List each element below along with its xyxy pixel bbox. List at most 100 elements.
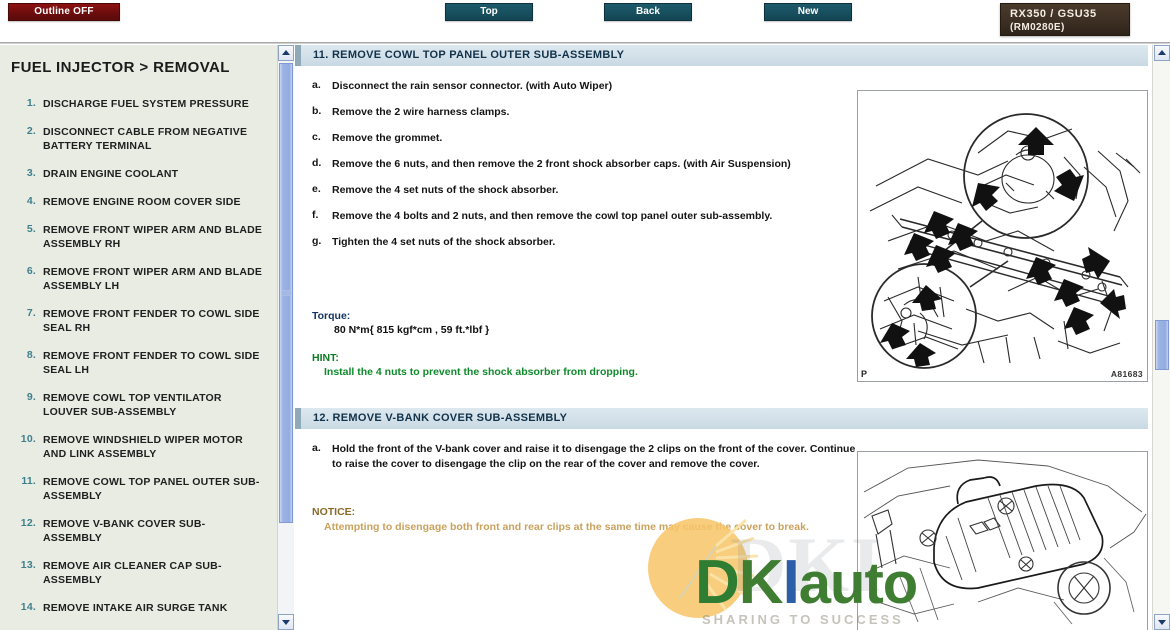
procedure-step-letter: g. [312,235,322,247]
content-scrollbar-thumb[interactable] [1155,320,1169,370]
sidebar-item-5[interactable]: 5. REMOVE FRONT WIPER ARM AND BLADE ASSEM… [0,223,277,251]
figure-v-bank-cover-drawing [863,459,1147,625]
sidebar-item-8[interactable]: 8. REMOVE FRONT FENDER TO COWL SIDE SEAL … [0,349,277,377]
top-toolbar: Outline OFF Top Back New RX350 / GSU35 (… [0,0,1170,44]
procedure-step-text: Remove the 2 wire harness clamps. [332,106,510,118]
sidebar-item-number: 4. [26,195,36,207]
model-badge-manual-code: (RM0280E) [1010,22,1065,33]
sidebar-item-number: 2. [26,125,36,137]
procedure-step-text: Hold the front of the V-bank cover and r… [332,443,856,470]
sidebar-item-4[interactable]: 4. REMOVE ENGINE ROOM COVER SIDE [0,195,277,209]
top-nav-button[interactable]: Top [445,3,533,21]
procedure-step: a. Disconnect the rain sensor connector. … [312,79,857,94]
procedure-step-text: Remove the grommet. [332,132,443,144]
procedure-step: d. Remove the 6 nuts, and then remove the… [312,157,857,172]
back-nav-button[interactable]: Back [604,3,692,21]
sidebar-item-number: 5. [26,223,36,235]
notice-text: Attempting to disengage both front and r… [324,521,809,533]
sidebar-item-11[interactable]: 11. REMOVE COWL TOP PANEL OUTER SUB-ASSEM… [0,475,277,503]
model-badge-model: RX350 / GSU35 [1010,8,1097,20]
section-11: 11. REMOVE COWL TOP PANEL OUTER SUB-ASSE… [295,45,1148,382]
sidebar-item-label: REMOVE WINDSHIELD WIPER MOTOR AND LINK A… [43,434,243,460]
figure-cowl-top-panel-drawing [869,113,1141,369]
sidebar-item-13[interactable]: 13. REMOVE AIR CLEANER CAP SUB-ASSEMBLY [0,559,277,587]
procedure-step-text: Remove the 4 bolts and 2 nuts, and then … [332,210,773,222]
sidebar-item-number: 14. [20,601,36,613]
figure-v-bank-cover [857,451,1148,630]
sidebar-item-label: REMOVE FRONT FENDER TO COWL SIDE SEAL LH [43,350,260,376]
sidebar-item-label: REMOVE V-BANK COVER SUB-ASSEMBLY [43,518,206,544]
hint-text: Install the 4 nuts to prevent the shock … [324,366,638,378]
content-scroll-down-icon[interactable] [1154,614,1170,630]
sidebar-item-label: REMOVE INTAKE AIR SURGE TANK [43,602,228,614]
sidebar-item-label: DISCHARGE FUEL SYSTEM PRESSURE [43,98,249,110]
procedure-step-letter: a. [312,79,321,91]
torque-label: Torque: [312,310,351,322]
section-11-hint-block: HINT: Install the 4 nuts to prevent the … [312,352,857,378]
procedure-step: c. Remove the grommet. [312,131,857,146]
procedure-step-letter: a. [312,442,321,454]
toolbar-divider [0,42,1170,44]
sidebar-item-label: REMOVE FRONT WIPER ARM AND BLADE ASSEMBL… [43,224,263,250]
procedure-step-text: Tighten the 4 set nuts of the shock abso… [332,236,556,248]
sidebar-item-label: REMOVE COWL TOP PANEL OUTER SUB-ASSEMBLY [43,476,260,502]
section-11-header: 11. REMOVE COWL TOP PANEL OUTER SUB-ASSE… [295,45,1148,66]
scroll-up-icon[interactable] [278,45,294,61]
sidebar-item-label: REMOVE ENGINE ROOM COVER SIDE [43,196,241,208]
sidebar-item-label: REMOVE COWL TOP VENTILATOR LOUVER SUB-AS… [43,392,222,418]
procedure-step-letter: f. [312,209,319,221]
procedure-step: e. Remove the 4 set nuts of the shock abs… [312,183,857,198]
sidebar-item-2[interactable]: 2. DISCONNECT CABLE FROM NEGATIVE BATTERY… [0,125,277,153]
sidebar-item-label: DISCONNECT CABLE FROM NEGATIVE BATTERY T… [43,126,248,152]
workshop-manual-viewer: Outline OFF Top Back New RX350 / GSU35 (… [0,0,1170,630]
scroll-down-icon[interactable] [278,614,294,630]
sidebar-item-number: 1. [26,97,36,109]
sidebar-scrollbar-thumb[interactable] [279,63,293,523]
content-scrollbar[interactable] [1152,45,1170,630]
procedure-step-letter: b. [312,105,322,117]
sidebar-item-number: 8. [26,349,36,361]
sidebar-item-number: 13. [20,559,36,571]
sidebar-item-9[interactable]: 9. REMOVE COWL TOP VENTILATOR LOUVER SUB-… [0,391,277,419]
figure-code: A81683 [1110,369,1143,379]
section-12-steps: a. Hold the front of the V-bank cover and… [312,442,857,483]
figure-page-mark: P [861,369,868,379]
sidebar-item-1[interactable]: 1. DISCHARGE FUEL SYSTEM PRESSURE [0,97,277,111]
hint-label: HINT: [312,352,339,364]
sidebar-item-label: DRAIN ENGINE COOLANT [43,168,179,180]
section-11-steps: a. Disconnect the rain sensor connector. … [312,79,857,261]
section-12-notice-block: NOTICE: Attempting to disengage both fro… [312,506,857,535]
section-11-torque-block: Torque: 80 N*m{ 815 kgf*cm , 59 ft.*lbf … [312,310,857,336]
section-11-title: 11. REMOVE COWL TOP PANEL OUTER SUB-ASSE… [313,49,625,61]
procedure-sidebar: FUEL INJECTOR > REMOVAL 1. DISCHARGE FUEL… [0,45,278,630]
sidebar-item-14[interactable]: 14. REMOVE INTAKE AIR SURGE TANK [0,601,277,615]
section-12-header: 12. REMOVE V-BANK COVER SUB-ASSEMBLY [295,408,1148,429]
sidebar-item-number: 3. [26,167,36,179]
procedure-step-letter: c. [312,131,321,143]
sidebar-item-12[interactable]: 12. REMOVE V-BANK COVER SUB-ASSEMBLY [0,517,277,545]
section-12: 12. REMOVE V-BANK COVER SUB-ASSEMBLY a. H… [295,408,1148,630]
sidebar-item-7[interactable]: 7. REMOVE FRONT FENDER TO COWL SIDE SEAL … [0,307,277,335]
notice-label: NOTICE: [312,506,356,518]
procedure-step: a. Hold the front of the V-bank cover and… [312,442,857,472]
content-scroll-up-icon[interactable] [1154,45,1170,61]
procedure-step: b. Remove the 2 wire harness clamps. [312,105,857,120]
sidebar-item-number: 12. [20,517,36,529]
sidebar-item-number: 6. [26,265,36,277]
procedure-step: f. Remove the 4 bolts and 2 nuts, and the… [312,209,857,224]
sidebar-item-3[interactable]: 3. DRAIN ENGINE COOLANT [0,167,277,181]
sidebar-item-label: REMOVE FRONT WIPER ARM AND BLADE ASSEMBL… [43,266,263,292]
page-title: FUEL INJECTOR > REMOVAL [11,59,230,76]
sidebar-item-10[interactable]: 10. REMOVE WINDSHIELD WIPER MOTOR AND LIN… [0,433,277,461]
new-nav-button[interactable]: New [764,3,852,21]
sidebar-item-number: 9. [26,391,36,403]
sidebar-item-number: 7. [26,307,36,319]
procedure-step-letter: e. [312,183,321,195]
sidebar-item-6[interactable]: 6. REMOVE FRONT WIPER ARM AND BLADE ASSEM… [0,265,277,293]
section-12-title: 12. REMOVE V-BANK COVER SUB-ASSEMBLY [313,412,568,424]
outline-toggle-button[interactable]: Outline OFF [8,3,120,21]
torque-value: 80 N*m{ 815 kgf*cm , 59 ft.*lbf } [334,324,490,336]
sidebar-scrollbar[interactable] [277,45,294,630]
sidebar-item-label: REMOVE AIR CLEANER CAP SUB-ASSEMBLY [43,560,222,586]
sidebar-step-list: 1. DISCHARGE FUEL SYSTEM PRESSURE 2. DISCON… [0,97,277,629]
